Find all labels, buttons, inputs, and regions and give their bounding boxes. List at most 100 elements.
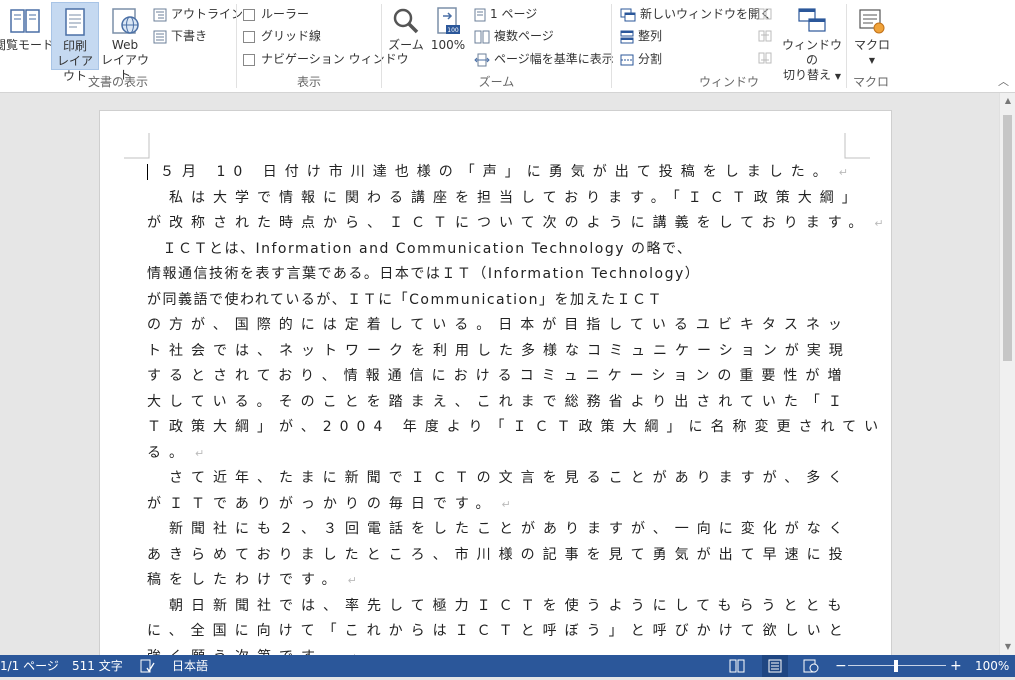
scrollbar-thumb[interactable] xyxy=(1003,115,1012,361)
arrange-all-button[interactable]: 整列 xyxy=(620,26,662,46)
scroll-down-arrow-icon[interactable]: ▼ xyxy=(1000,639,1015,655)
document-line-text: 私は大学で情報に関わる講座を担当しております。「ＩＣＴ政策大綱」 xyxy=(147,189,864,206)
gridlines-checkbox[interactable]: グリッド線 xyxy=(243,26,321,46)
document-line-text: するとされており、情報通信におけるコミュニケーションの重要性が増 xyxy=(147,368,850,384)
document-line[interactable]: ＩＣＴとは、Information and Communication Tech… xyxy=(147,237,847,263)
web-layout-button[interactable]: Web レイアウト xyxy=(100,2,150,82)
document-line-text: に、全国に向けて「これからはＩＣＴと呼ぼう」と呼びかけて欲しいと xyxy=(147,623,851,639)
zoom-100-button[interactable]: 100 100% xyxy=(428,2,468,70)
gridlines-label: グリッド線 xyxy=(261,29,322,43)
macros-button[interactable]: マクロ ▼ xyxy=(851,2,893,70)
document-line[interactable]: 大している。そのことを踏まえ、これまで総務省より出されていた「Ｉ xyxy=(147,390,847,416)
document-line[interactable]: 稿をしたわけです。 ↵ xyxy=(147,568,847,594)
paragraph-mark-icon: ↵ xyxy=(195,446,205,460)
print-layout-view-active[interactable] xyxy=(762,655,788,677)
group-document-views: 閲覧モード 印刷 レイアウト Web レイアウト アウトライン 下書き 文書の表… xyxy=(0,0,243,92)
document-line-text: ＩＣＴとは、Information and Communication Tech… xyxy=(147,240,693,257)
document-line[interactable]: が同義語で使われているが、ＩＴに「Communication」を加えたＩＣＴ xyxy=(147,288,847,314)
document-line-text: さて近年、たまに新聞でＩＣＴの文言を見ることがありますが、多く xyxy=(147,470,851,486)
macro-icon xyxy=(859,9,885,34)
document-body[interactable]: ５月 10 日付け市川達也様の「声」に勇気が出て投稿をしました。 ↵ 私は大学で情… xyxy=(147,160,884,656)
document-line-text: ５月 10 日付け市川達也様の「声」に勇気が出て投稿をしました。 xyxy=(160,164,835,180)
zoom-100-label: 100% xyxy=(430,38,466,52)
one-page-label: 1 ページ xyxy=(490,7,538,21)
document-line-text: Ｔ政策大綱」が、2004 年度より「ＩＣＴ政策大綱」に名称変更されてい xyxy=(147,419,887,435)
text-cursor xyxy=(147,164,148,180)
document-line[interactable]: に、全国に向けて「これからはＩＣＴと呼ぼう」と呼びかけて欲しいと xyxy=(147,619,847,645)
document-page[interactable]: ５月 10 日付け市川達也様の「声」に勇気が出て投稿をしました。 ↵ 私は大学で情… xyxy=(99,110,892,655)
document-line-text: 大している。そのことを踏まえ、これまで総務省より出されていた「Ｉ xyxy=(147,393,850,410)
document-line-text: が同義語で使われているが、ＩＴに「Communication」を加えたＩＣＴ xyxy=(147,291,663,308)
read-mode-view-icon[interactable] xyxy=(729,659,745,673)
web-layout-label-1: Web xyxy=(111,38,139,52)
document-line[interactable]: の方が、国際的には定着している。日本が目指しているユビキタスネッ xyxy=(147,313,847,339)
page-width-icon xyxy=(474,53,490,66)
zoom-button[interactable]: ズーム xyxy=(386,2,426,70)
document-line[interactable]: さて近年、たまに新聞でＩＣＴの文言を見ることがありますが、多く xyxy=(147,466,847,492)
synchronous-scrolling-icon[interactable] xyxy=(758,30,772,42)
zoom-percent[interactable]: 100% xyxy=(975,655,1009,677)
draft-label: 下書き xyxy=(171,29,208,43)
ribbon-view-tab: 閲覧モード 印刷 レイアウト Web レイアウト アウトライン 下書き 文書の表… xyxy=(0,0,1015,93)
print-layout-button[interactable]: 印刷 レイアウト xyxy=(51,2,99,83)
group-window: 新しいウィンドウを開く 整列 分割 ウィンドウの 切り替え ▼ ウィンドウ xyxy=(612,0,846,92)
document-line-text: 新聞社にも２、３回電話をしたことがありますが、一向に変化がなく xyxy=(147,521,851,537)
one-page-button[interactable]: 1 ページ xyxy=(474,4,537,24)
scroll-up-arrow-icon[interactable]: ▲ xyxy=(1000,93,1015,109)
word-count[interactable]: 511 文字 xyxy=(72,655,123,677)
switch-windows-icon xyxy=(798,8,826,32)
document-line[interactable]: が改称された時点から、ＩＣＴについて次のように講義をしております。 ↵ xyxy=(147,211,884,237)
paragraph-mark-icon: ↵ xyxy=(838,166,848,179)
margin-corner-top-right xyxy=(844,133,870,159)
document-line[interactable]: る。 ↵ xyxy=(147,441,847,467)
page-count[interactable]: 1/1 ページ xyxy=(0,655,59,677)
draft-icon xyxy=(153,30,167,43)
vertical-scrollbar[interactable]: ▲ ▼ xyxy=(999,93,1015,655)
reset-window-position-icon[interactable] xyxy=(758,52,772,64)
collapse-ribbon-icon[interactable]: ︿ xyxy=(998,73,1009,89)
document-line-text: る。 xyxy=(147,444,191,461)
zoom-slider-thumb[interactable] xyxy=(894,660,898,672)
document-line-text: 稿をしたわけです。 xyxy=(147,572,344,588)
group-macros: マクロ ▼ マクロ xyxy=(847,0,895,92)
outline-button[interactable]: アウトライン xyxy=(153,4,243,24)
document-line[interactable]: 新聞社にも２、３回電話をしたことがありますが、一向に変化がなく xyxy=(147,517,847,543)
document-line[interactable]: 情報通信技術を表す言葉である。日本ではＩＴ（Information Techno… xyxy=(147,262,847,288)
web-layout-view-icon[interactable] xyxy=(803,659,819,673)
ruler-checkbox[interactable]: ルーラー xyxy=(243,4,309,24)
draft-button[interactable]: 下書き xyxy=(153,26,207,46)
view-side-by-side-icon[interactable] xyxy=(758,8,772,20)
read-mode-button[interactable]: 閲覧モード xyxy=(0,2,54,70)
zoom-in-button[interactable]: + xyxy=(950,655,962,677)
document-line[interactable]: 私は大学で情報に関わる講座を担当しております。「ＩＣＴ政策大綱」 xyxy=(147,186,856,212)
new-window-button[interactable]: 新しいウィンドウを開く xyxy=(620,4,772,24)
margin-corner-top-left xyxy=(124,133,150,159)
ruler-checkbox-box[interactable] xyxy=(243,8,255,21)
document-line[interactable]: あきらめておりましたところ、市川様の記事を見て勇気が出て早速に投 xyxy=(147,543,847,569)
document-line[interactable]: ５月 10 日付け市川達也様の「声」に勇気が出て投稿をしました。 ↵ xyxy=(147,160,848,186)
group-label-macros: マクロ xyxy=(852,75,889,89)
proofing-icon[interactable] xyxy=(139,659,155,673)
split-button[interactable]: 分割 xyxy=(620,49,662,69)
new-window-icon xyxy=(620,8,636,21)
page-100-icon: 100 xyxy=(437,7,460,34)
status-bar: 1/1 ページ 511 文字 日本語 − + 100% xyxy=(0,655,1015,677)
gridlines-checkbox-box[interactable] xyxy=(243,30,255,43)
page-width-button[interactable]: ページ幅を基準に表示 xyxy=(474,49,614,69)
document-line[interactable]: Ｔ政策大綱」が、2004 年度より「ＩＣＴ政策大綱」に名称変更されてい xyxy=(147,415,878,441)
multiple-pages-button[interactable]: 複数ページ xyxy=(474,26,554,46)
outline-icon xyxy=(153,8,167,21)
document-line[interactable]: ト社会では、ネットワークを利用した多様なコミュニケーションが実現 xyxy=(147,339,847,365)
document-line[interactable]: がＩＴでありがっかりの毎日です。 ↵ xyxy=(147,492,847,518)
language-indicator[interactable]: 日本語 xyxy=(172,655,208,677)
document-line[interactable]: 朝日新聞社では、率先して極力ＩＣＴを使うようにしてもらうととも xyxy=(147,594,847,620)
zoom-label: ズーム xyxy=(388,38,424,52)
nav-pane-checkbox-box[interactable] xyxy=(243,53,255,66)
macros-label: マクロ xyxy=(853,38,890,52)
ruler-label: ルーラー xyxy=(261,7,310,21)
print-layout-label-1: 印刷 xyxy=(62,39,87,53)
document-line[interactable]: 強く願う次第です。↵ xyxy=(147,645,847,656)
document-line[interactable]: するとされており、情報通信におけるコミュニケーションの重要性が増 xyxy=(147,364,847,390)
zoom-out-button[interactable]: − xyxy=(835,655,847,677)
switch-windows-button[interactable]: ウィンドウの 切り替え ▼ xyxy=(782,2,842,82)
